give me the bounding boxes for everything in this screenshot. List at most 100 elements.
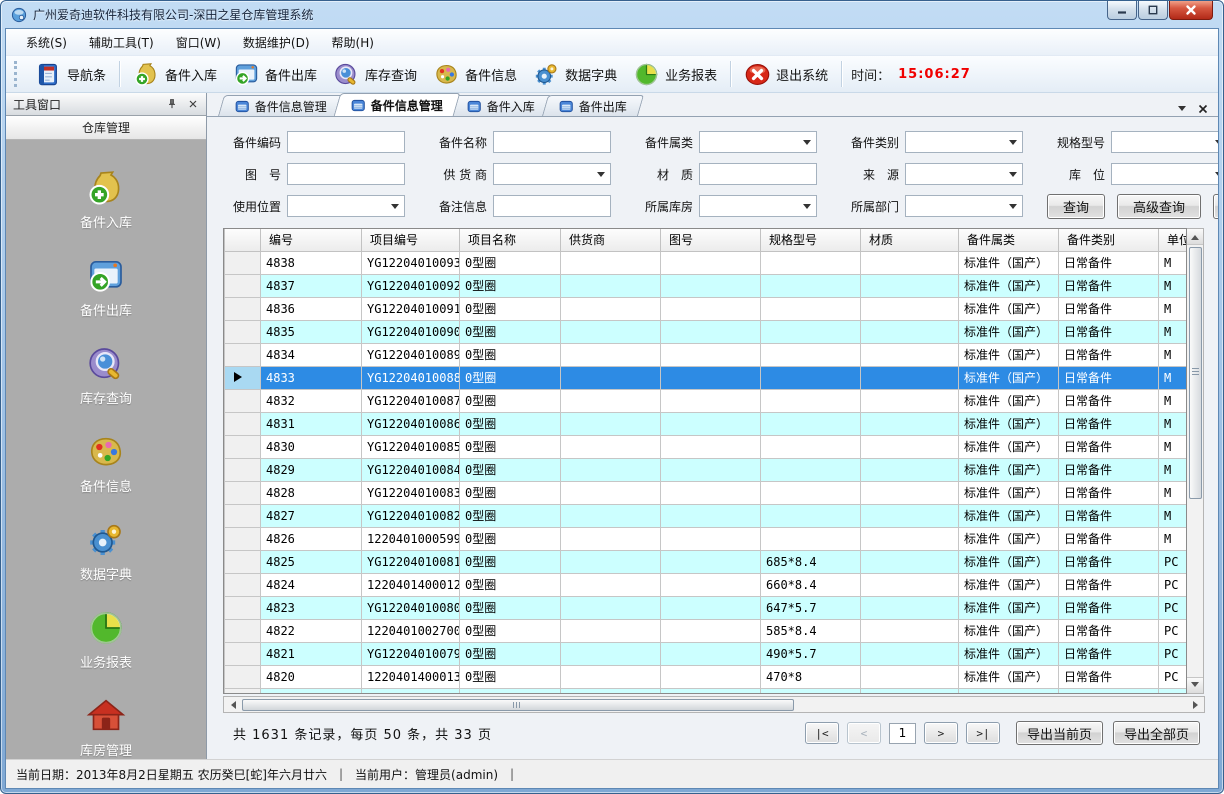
vertical-scroll-thumb[interactable] xyxy=(1189,247,1202,499)
close-button[interactable] xyxy=(1169,1,1213,20)
row-selector-cell[interactable] xyxy=(225,527,261,550)
row-selector-cell[interactable] xyxy=(225,297,261,320)
row-selector-cell[interactable] xyxy=(225,619,261,642)
row-selector-cell[interactable] xyxy=(225,665,261,688)
toolbar-business-report-button[interactable]: 业务报表 xyxy=(625,59,725,90)
row-selector-cell[interactable] xyxy=(225,412,261,435)
maximize-button[interactable] xyxy=(1138,1,1168,20)
page-number-box[interactable]: 1 xyxy=(889,723,916,744)
row-selector-cell[interactable] xyxy=(225,596,261,619)
sidebar-item-parts-info[interactable]: 备件信息 xyxy=(80,432,132,495)
sidebar-item-inventory-query[interactable]: 库存查询 xyxy=(80,344,132,407)
scroll-down-icon[interactable] xyxy=(1187,677,1203,693)
table-row[interactable]: 482212204010027000型圈585*8.4标准件（国产）日常备件PC xyxy=(225,619,1188,642)
warehouse-combo[interactable] xyxy=(699,195,817,217)
new-button[interactable]: 新建 xyxy=(1213,194,1218,219)
use-position-combo[interactable] xyxy=(287,195,405,217)
part-name-input[interactable] xyxy=(493,131,611,153)
spec-model-combo[interactable] xyxy=(1111,131,1218,153)
column-header-编号[interactable]: 编号 xyxy=(261,229,362,251)
table-row[interactable]: 4834YG122040100890型圈标准件（国产）日常备件M xyxy=(225,343,1188,366)
table-row[interactable]: 482412204014000120型圈660*8.4标准件（国产）日常备件PC xyxy=(225,573,1188,596)
column-header-供货商[interactable]: 供货商 xyxy=(561,229,661,251)
export-current-page-button[interactable]: 导出当前页 xyxy=(1016,721,1103,745)
table-row[interactable]: 4835YG122040100900型圈标准件（国产）日常备件M xyxy=(225,320,1188,343)
row-selector-cell[interactable] xyxy=(225,343,261,366)
scroll-up-icon[interactable] xyxy=(1187,229,1203,245)
toolbar-parts-in-button[interactable]: 备件入库 xyxy=(125,59,225,90)
part-category-combo[interactable] xyxy=(699,131,817,153)
sidebar-close-icon[interactable] xyxy=(186,98,199,111)
table-row[interactable]: 4837YG122040100920型圈标准件（国产）日常备件M xyxy=(225,274,1188,297)
menu-item-3[interactable]: 窗口(W) xyxy=(166,30,231,55)
column-header-规格型号[interactable]: 规格型号 xyxy=(761,229,861,251)
first-page-button[interactable]: |< xyxy=(805,722,839,744)
column-header-备件类别[interactable]: 备件类别 xyxy=(1059,229,1159,251)
horizontal-scroll-thumb[interactable] xyxy=(242,699,794,711)
tab-close-icon[interactable] xyxy=(1198,99,1208,118)
row-selector-cell[interactable] xyxy=(225,504,261,527)
table-row[interactable]: 4821YG122040100790型圈490*5.7标准件（国产）日常备件PC xyxy=(225,642,1188,665)
remark-input[interactable] xyxy=(493,195,611,217)
minimize-button[interactable] xyxy=(1107,1,1137,20)
toolbar-grip[interactable] xyxy=(14,61,20,87)
table-row[interactable]: 482012204014000130型圈470*8标准件（国产）日常备件PC xyxy=(225,665,1188,688)
prev-page-button[interactable]: < xyxy=(847,722,881,744)
table-row[interactable]: 4831YG122040100860型圈标准件（国产）日常备件M xyxy=(225,412,1188,435)
column-header-备件属类[interactable]: 备件属类 xyxy=(959,229,1059,251)
sidebar-item-warehouse-mgmt[interactable]: 库房管理 xyxy=(80,696,132,759)
menu-item-5[interactable]: 帮助(H) xyxy=(322,30,384,55)
row-selector-cell[interactable] xyxy=(225,481,261,504)
menu-item-1[interactable]: 系统(S) xyxy=(16,30,77,55)
chevron-down-icon[interactable] xyxy=(1178,106,1186,115)
tab-1[interactable]: 备件信息管理 xyxy=(218,95,344,116)
toolbar-parts-out-button[interactable]: 备件出库 xyxy=(225,59,325,90)
table-row[interactable]: 4832YG122040100870型圈标准件（国产）日常备件M xyxy=(225,389,1188,412)
material-input[interactable] xyxy=(699,163,817,185)
supplier-combo[interactable] xyxy=(493,163,611,185)
tab-4[interactable]: 备件出库 xyxy=(542,95,644,116)
department-combo[interactable] xyxy=(905,195,1023,217)
table-row[interactable]: 4825YG122040100810型圈685*8.4标准件（国产）日常备件PC xyxy=(225,550,1188,573)
table-row[interactable]: 4830YG122040100850型圈标准件（国产）日常备件M xyxy=(225,435,1188,458)
last-page-button[interactable]: >| xyxy=(966,722,1000,744)
column-header-材质[interactable]: 材质 xyxy=(861,229,959,251)
row-selector-cell[interactable] xyxy=(225,458,261,481)
scroll-right-icon[interactable] xyxy=(1188,697,1204,712)
part-code-input[interactable] xyxy=(287,131,405,153)
drawing-no-input[interactable] xyxy=(287,163,405,185)
toolbar-exit-system-button[interactable]: 退出系统 xyxy=(736,59,836,90)
row-selector-cell[interactable] xyxy=(225,251,261,274)
row-selector-cell[interactable] xyxy=(225,550,261,573)
row-selector-cell[interactable] xyxy=(225,573,261,596)
table-row[interactable]: 482612204010005990型圈标准件（国产）日常备件M xyxy=(225,527,1188,550)
table-row[interactable]: 4836YG122040100910型圈标准件（国产）日常备件M xyxy=(225,297,1188,320)
column-header-图号[interactable]: 图号 xyxy=(661,229,761,251)
table-row[interactable]: 4823YG122040100800型圈647*5.7标准件（国产）日常备件PC xyxy=(225,596,1188,619)
toolbar-navigator-button[interactable]: 导航条 xyxy=(27,59,114,90)
table-row[interactable]: 4833YG122040100880型圈标准件（国产）日常备件M xyxy=(225,366,1188,389)
tab-2-active[interactable]: 备件信息管理 xyxy=(334,93,461,116)
toolbar-parts-info-button[interactable]: 备件信息 xyxy=(425,59,525,90)
row-selector-cell[interactable] xyxy=(225,366,261,389)
pin-icon[interactable] xyxy=(165,98,178,111)
table-row[interactable]: 4838YG122040100930型圈标准件（国产）日常备件M xyxy=(225,251,1188,274)
query-button[interactable]: 查询 xyxy=(1047,194,1105,219)
export-all-pages-button[interactable]: 导出全部页 xyxy=(1113,721,1200,745)
row-selector-cell[interactable] xyxy=(225,274,261,297)
next-page-button[interactable]: > xyxy=(924,722,958,744)
source-combo[interactable] xyxy=(905,163,1023,185)
sidebar-item-parts-out[interactable]: 备件出库 xyxy=(80,256,132,319)
table-row[interactable]: 4828YG122040100830型圈标准件（国产）日常备件M xyxy=(225,481,1188,504)
horizontal-scrollbar[interactable] xyxy=(223,696,1205,713)
toolbar-data-dictionary-button[interactable]: 数据字典 xyxy=(525,59,625,90)
row-selector-cell[interactable] xyxy=(225,642,261,665)
scroll-left-icon[interactable] xyxy=(224,697,240,712)
column-header-项目编号[interactable]: 项目编号 xyxy=(362,229,460,251)
table-row[interactable]: 4829YG122040100840型圈标准件（国产）日常备件M xyxy=(225,458,1188,481)
vertical-scrollbar[interactable] xyxy=(1187,228,1204,694)
menu-item-4[interactable]: 数据维护(D) xyxy=(233,30,320,55)
row-selector-cell[interactable] xyxy=(225,435,261,458)
location-combo[interactable] xyxy=(1111,163,1218,185)
menu-item-2[interactable]: 辅助工具(T) xyxy=(79,30,164,55)
